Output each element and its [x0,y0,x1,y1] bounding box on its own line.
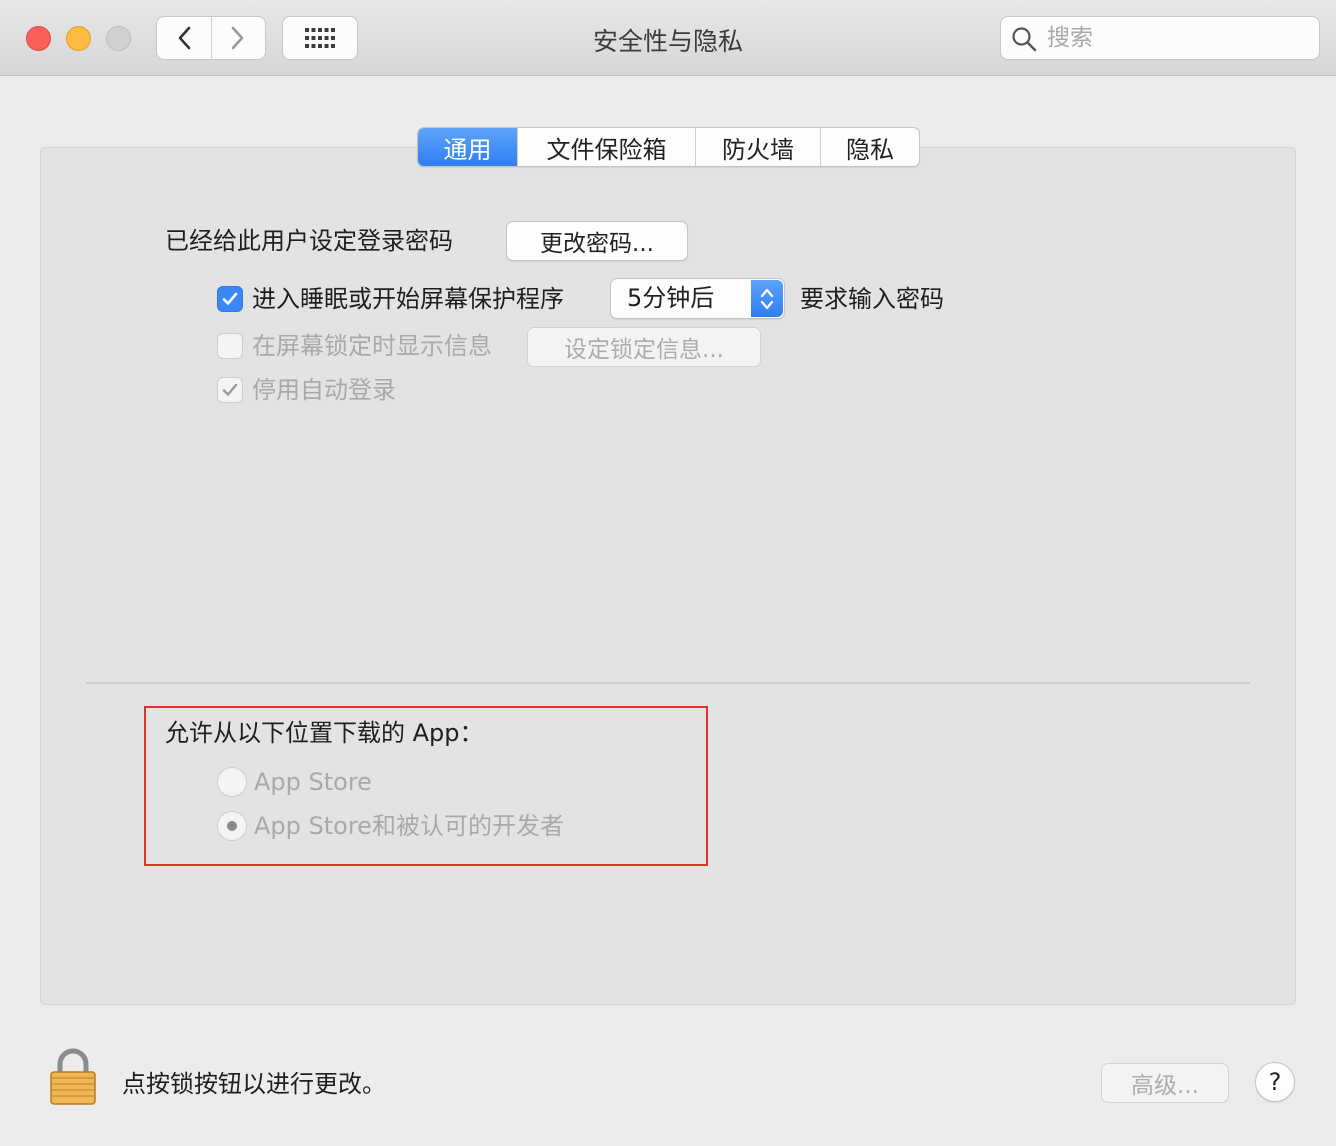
updown-chevron-icon [751,280,783,317]
section-divider [86,682,1250,684]
radio-app-store-identified-label: App Store和被认可的开发者 [254,812,564,840]
radio-app-store-identified[interactable] [217,811,247,841]
require-password-checkbox[interactable] [217,286,243,312]
set-lock-message-button[interactable]: 设定锁定信息... [527,327,761,367]
title-bar: 安全性与隐私 [0,0,1336,76]
tab-filevault[interactable]: 文件保险箱 [518,128,696,166]
search-field[interactable] [1000,16,1320,60]
disable-auto-login-label: 停用自动登录 [252,376,396,404]
require-password-suffix: 要求输入密码 [800,285,944,313]
downloads-heading: 允许从以下位置下载的 App： [165,719,484,747]
lock-icon [50,1048,96,1105]
tab-privacy[interactable]: 隐私 [821,128,919,166]
search-input[interactable] [1047,23,1307,53]
password-delay-select[interactable]: 5分钟后 [610,278,785,319]
password-set-label: 已经给此用户设定登录密码 [165,227,453,255]
content-panel [40,147,1296,1005]
lock-hint-text: 点按锁按钮以进行更改。 [122,1070,386,1098]
tab-bar: 通用 文件保险箱 防火墙 隐私 [417,127,920,167]
password-delay-value: 5分钟后 [627,284,715,312]
tab-general[interactable]: 通用 [418,128,518,166]
search-icon [1012,27,1037,52]
tab-firewall[interactable]: 防火墙 [696,128,821,166]
change-password-button[interactable]: 更改密码... [506,221,688,261]
radio-app-store-label: App Store [254,768,372,796]
checkmark-icon [222,383,238,396]
help-button[interactable]: ? [1255,1062,1295,1102]
radio-app-store[interactable] [217,767,247,797]
radio-selected-dot [227,821,237,831]
disable-auto-login-checkbox[interactable] [217,377,243,403]
checkmark-icon [222,292,238,305]
advanced-button[interactable]: 高级... [1101,1063,1229,1103]
show-message-label: 在屏幕锁定时显示信息 [252,332,492,360]
require-password-label: 进入睡眠或开始屏幕保护程序 [252,285,564,313]
show-message-checkbox[interactable] [217,333,243,359]
lock-button[interactable] [48,1048,98,1110]
